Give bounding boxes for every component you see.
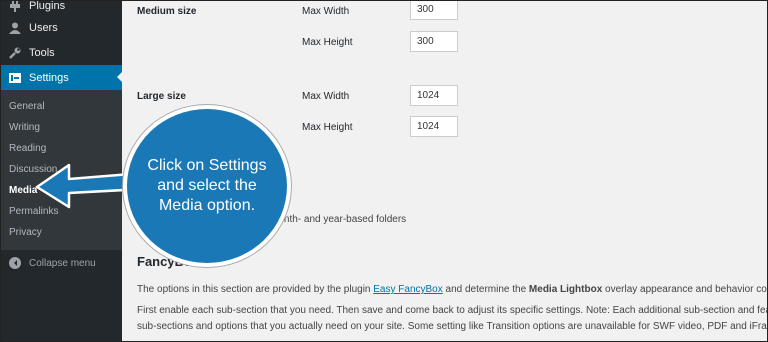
medium-height-label: Max Height: [302, 37, 353, 48]
submenu-item-writing[interactable]: Writing: [9, 122, 40, 133]
plugin-icon: [8, 1, 22, 13]
callout-bubble: Click on Settings and select the Media o…: [123, 105, 291, 267]
sidebar-item-label: Settings: [29, 71, 69, 84]
medium-size-label: Medium size: [137, 6, 197, 17]
easy-fancybox-link[interactable]: Easy FancyBox: [373, 284, 442, 295]
fancybox-note-line2: sub-sections and options that you actual…: [137, 321, 768, 332]
medium-height-input[interactable]: 300: [410, 31, 458, 52]
medium-width-label: Max Width: [302, 6, 350, 17]
fancybox-note-line1: First enable each sub-section that you n…: [137, 305, 768, 316]
submenu-item-media[interactable]: Media: [9, 185, 37, 196]
sidebar-item-users[interactable]: Users: [1, 15, 122, 40]
sidebar-item-tools[interactable]: Tools: [1, 40, 122, 65]
fancybox-intro-text: The options in this section are provided…: [137, 284, 374, 295]
fancybox-intro-text: overlay appearance and behavior controll: [605, 284, 767, 295]
sidebar-item-label: Users: [29, 21, 58, 34]
media-lightbox-text: Media Lightbox: [528, 284, 603, 295]
collapse-icon: [9, 257, 21, 269]
fancybox-intro-text: and determine the: [442, 284, 529, 295]
sidebar-item-label: Plugins: [29, 0, 66, 12]
fancybox-intro: The options in this section are provided…: [137, 284, 767, 295]
collapse-menu-label: Collapse menu: [29, 257, 96, 269]
sidebar-item-settings[interactable]: Settings: [1, 65, 123, 90]
medium-width-input[interactable]: 300: [410, 1, 458, 20]
submenu-item-privacy[interactable]: Privacy: [9, 227, 42, 238]
collapse-menu-button[interactable]: Collapse menu: [1, 250, 122, 276]
users-icon: [8, 21, 22, 35]
large-size-label: Large size: [137, 91, 186, 102]
submenu-item-reading[interactable]: Reading: [9, 143, 46, 154]
screenshot-frame: Plugins Users Tools Settings General Wri…: [0, 0, 768, 342]
sidebar-item-label: Tools: [29, 46, 55, 59]
large-height-label: Max Height: [302, 122, 353, 133]
organize-uploads-text: month- and year-based folders: [270, 214, 407, 225]
callout-text: Click on Settings and select the Media o…: [147, 157, 267, 214]
large-width-input[interactable]: 1024: [410, 85, 458, 106]
submenu-item-general[interactable]: General: [9, 101, 45, 112]
wrench-icon: [8, 46, 22, 60]
settings-icon: [8, 71, 22, 85]
large-width-label: Max Width: [302, 91, 350, 102]
large-height-input[interactable]: 1024: [410, 116, 458, 137]
